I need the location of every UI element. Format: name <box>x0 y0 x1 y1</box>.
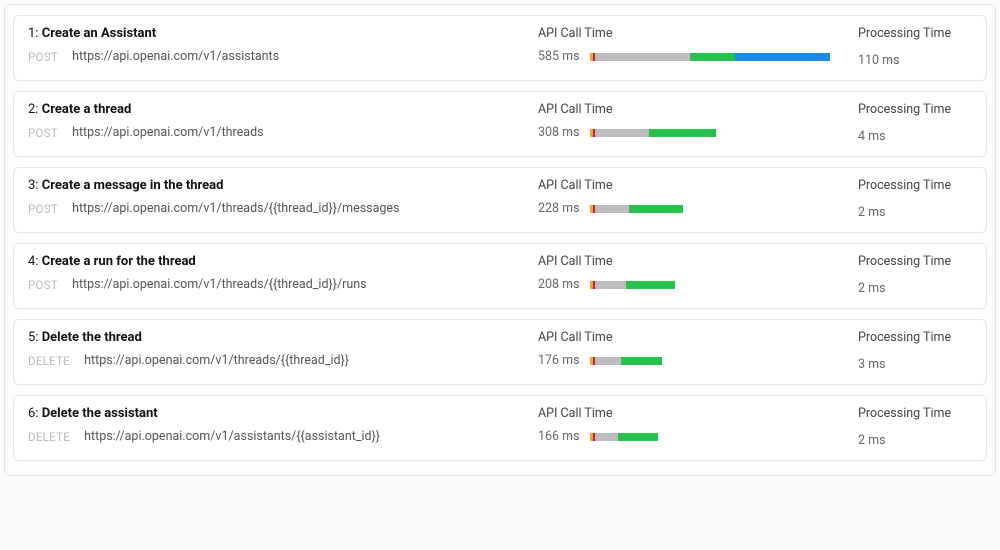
processing-time-label: Processing Time <box>858 254 972 269</box>
processing-time-value: 110 ms <box>858 53 900 68</box>
request-card[interactable]: 1: Create an Assistant API Call Time Pro… <box>13 15 987 81</box>
timing-bar <box>590 53 838 61</box>
request-card[interactable]: 3: Create a message in the thread API Ca… <box>13 167 987 233</box>
request-url: https://api.openai.com/v1/threads/{{thre… <box>72 277 367 292</box>
processing-time-label: Processing Time <box>858 406 972 421</box>
request-card[interactable]: 6: Delete the assistant API Call Time Pr… <box>13 395 987 461</box>
processing-time-label: Processing Time <box>858 178 972 193</box>
request-title: 3: Create a message in the thread <box>28 178 538 193</box>
processing-time-label: Processing Time <box>858 102 972 117</box>
http-method: POST <box>28 126 58 140</box>
api-call-time-label: API Call Time <box>538 406 838 421</box>
request-url: https://api.openai.com/v1/threads <box>72 125 264 140</box>
processing-time-value: 2 ms <box>858 205 886 220</box>
request-url: https://api.openai.com/v1/assistants <box>72 49 279 64</box>
request-card[interactable]: 2: Create a thread API Call Time Process… <box>13 91 987 157</box>
http-method: POST <box>28 50 58 64</box>
request-title: 6: Delete the assistant <box>28 406 538 421</box>
timing-bar <box>590 205 838 213</box>
processing-time-label: Processing Time <box>858 26 972 41</box>
processing-time-label: Processing Time <box>858 330 972 345</box>
api-call-time-value: 228 ms <box>538 201 580 216</box>
api-call-time-label: API Call Time <box>538 178 838 193</box>
request-title: 1: Create an Assistant <box>28 26 538 41</box>
request-title: 4: Create a run for the thread <box>28 254 538 269</box>
http-method: POST <box>28 278 58 292</box>
api-call-time-value: 585 ms <box>538 49 580 64</box>
api-call-time-label: API Call Time <box>538 330 838 345</box>
request-card[interactable]: 5: Delete the thread API Call Time Proce… <box>13 319 987 385</box>
processing-time-value: 2 ms <box>858 433 886 448</box>
request-title: 2: Create a thread <box>28 102 538 117</box>
request-url: https://api.openai.com/v1/assistants/{{a… <box>84 429 380 444</box>
processing-time-value: 2 ms <box>858 281 886 296</box>
request-url: https://api.openai.com/v1/threads/{{thre… <box>72 201 399 216</box>
http-method: DELETE <box>28 430 70 444</box>
api-call-time-label: API Call Time <box>538 102 838 117</box>
api-call-time-label: API Call Time <box>538 254 838 269</box>
timing-bar <box>590 357 838 365</box>
processing-time-value: 4 ms <box>858 129 886 144</box>
timing-bar <box>590 129 838 137</box>
request-card[interactable]: 4: Create a run for the thread API Call … <box>13 243 987 309</box>
timing-bar <box>590 281 838 289</box>
timing-bar <box>590 433 838 441</box>
http-method: DELETE <box>28 354 70 368</box>
api-call-time-value: 176 ms <box>538 353 580 368</box>
api-call-time-label: API Call Time <box>538 26 838 41</box>
processing-time-value: 3 ms <box>858 357 886 372</box>
api-call-time-value: 166 ms <box>538 429 580 444</box>
api-call-time-value: 208 ms <box>538 277 580 292</box>
http-method: POST <box>28 202 58 216</box>
results-panel: 1: Create an Assistant API Call Time Pro… <box>4 4 996 476</box>
request-title: 5: Delete the thread <box>28 330 538 345</box>
request-url: https://api.openai.com/v1/threads/{{thre… <box>84 353 349 368</box>
api-call-time-value: 308 ms <box>538 125 580 140</box>
